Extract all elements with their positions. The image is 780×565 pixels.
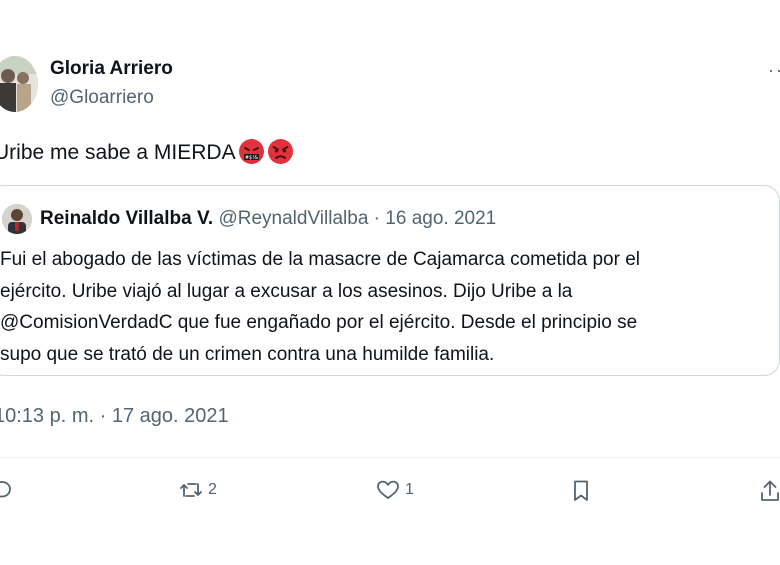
tweet-timestamp[interactable]: 10:13 p. m. · 17 ago. 2021: [0, 405, 229, 428]
bookmark-button[interactable]: [568, 478, 594, 504]
share-button[interactable]: [760, 478, 780, 504]
tweet-text-content: Uribe me sabe a MIERDA: [0, 141, 236, 164]
retweet-count: 2: [208, 481, 217, 498]
quoted-text-line: supo que se trató de un crimen contra un…: [0, 343, 495, 365]
divider: [0, 457, 780, 458]
angry-face-emoji: [267, 138, 294, 165]
more-dots-icon[interactable]: ··: [768, 60, 780, 81]
reply-button[interactable]: [0, 478, 14, 502]
heart-icon: [375, 478, 401, 502]
author-avatar[interactable]: [0, 56, 38, 112]
quoted-text-line: @ComisionVerdadC que fue engañado por el…: [0, 312, 638, 333]
quoted-header: Reinaldo Villalba V. @ReynaldVillalba · …: [40, 208, 496, 230]
retweet-button[interactable]: 2: [178, 478, 217, 502]
quoted-separator: ·: [373, 208, 380, 229]
quoted-author-name[interactable]: Reinaldo Villalba V.: [40, 208, 213, 229]
author-handle[interactable]: @Gloarriero: [50, 87, 154, 109]
quoted-text-line: Fui el abogado de las víctimas de la mas…: [0, 249, 640, 270]
svg-text:#$!&: #$!&: [244, 155, 257, 161]
swearing-face-emoji: #$!&: [238, 138, 265, 165]
like-button[interactable]: 1: [375, 478, 414, 502]
tweet-text: Uribe me sabe a MIERDA #$!&: [0, 138, 294, 167]
quoted-tweet-text: Fui el abogado de las víctimas de la mas…: [0, 244, 760, 370]
quoted-author-handle[interactable]: @ReynaldVillalba: [218, 208, 368, 229]
quoted-text-line: ejército. Uribe viajó al lugar a excusar…: [0, 280, 573, 302]
author-name[interactable]: Gloria Arriero: [50, 58, 173, 80]
quoted-date[interactable]: 16 ago. 2021: [385, 208, 496, 229]
share-icon: [760, 478, 780, 504]
retweet-icon: [178, 478, 204, 502]
like-count: 1: [405, 481, 414, 498]
bookmark-icon: [568, 478, 594, 504]
quoted-author-avatar[interactable]: [2, 204, 32, 234]
reply-icon: [0, 478, 14, 502]
